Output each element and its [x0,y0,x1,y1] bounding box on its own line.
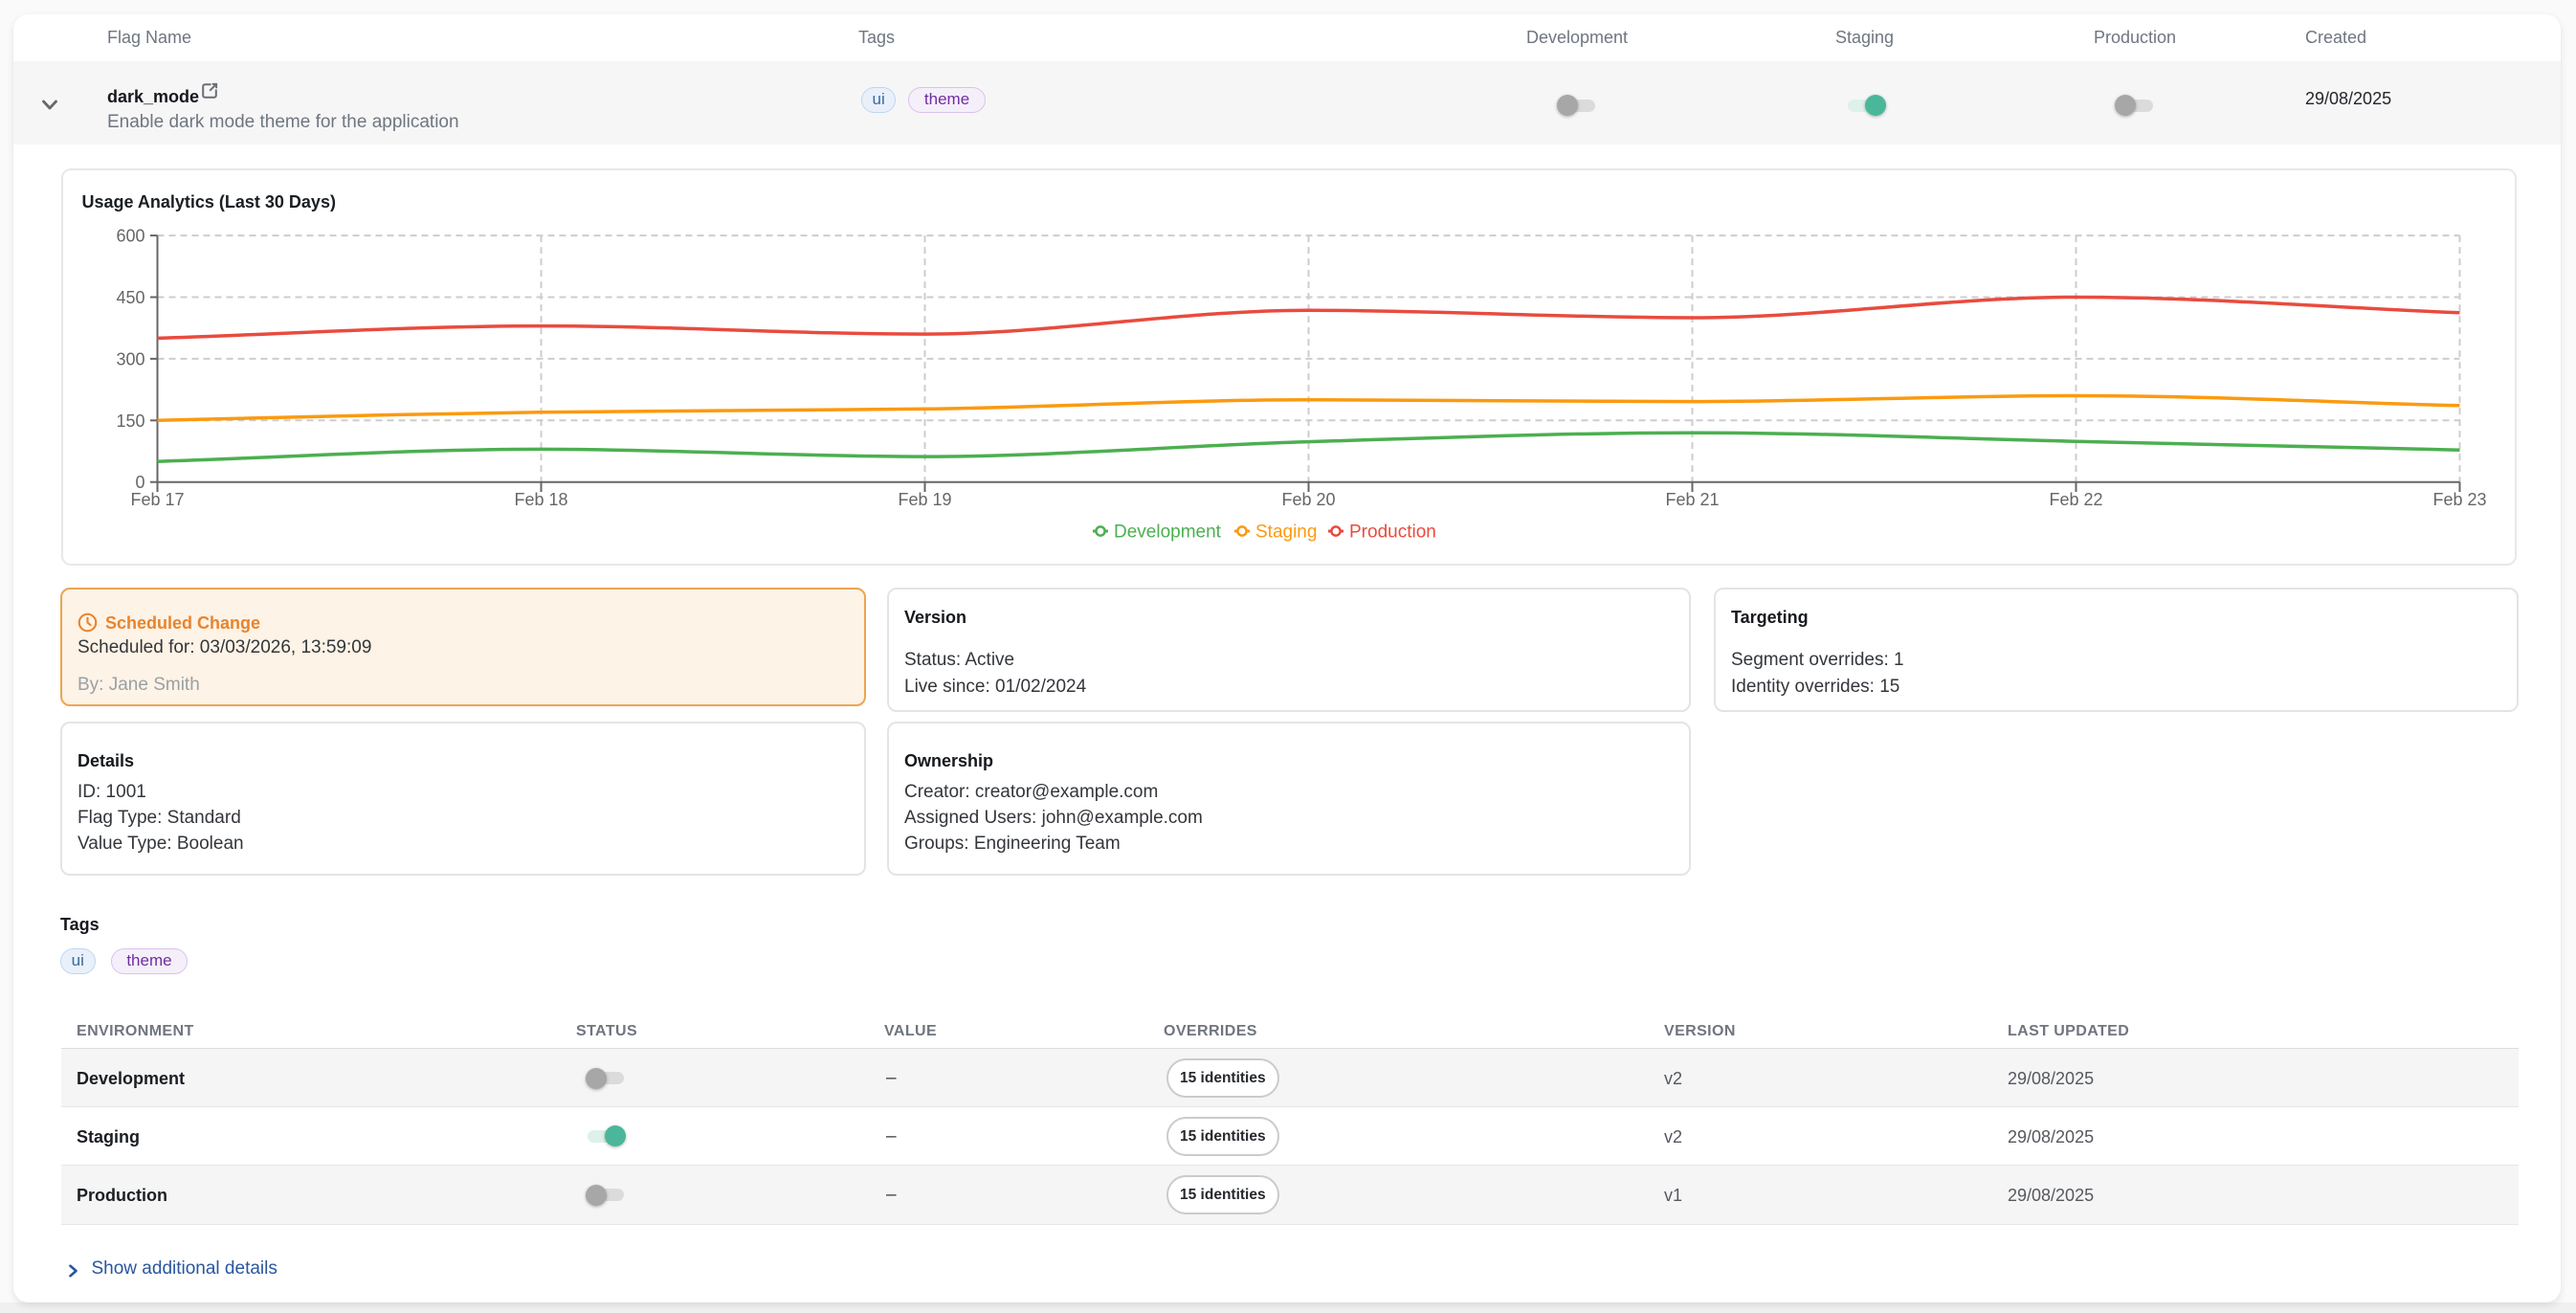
svg-text:300: 300 [116,349,144,368]
svg-text:450: 450 [116,288,144,307]
svg-text:Feb 19: Feb 19 [898,490,951,509]
svg-text:Production: Production [1349,523,1436,543]
svg-text:600: 600 [116,227,144,246]
svg-text:Feb 23: Feb 23 [2432,490,2486,509]
svg-text:Feb 22: Feb 22 [2049,490,2102,509]
svg-text:Feb 18: Feb 18 [514,490,567,509]
svg-text:Staging: Staging [1255,523,1317,543]
svg-text:150: 150 [116,412,144,431]
svg-text:Feb 21: Feb 21 [1665,490,1719,509]
svg-text:Feb 17: Feb 17 [130,490,184,509]
svg-text:Development: Development [1114,523,1222,543]
svg-text:Feb 20: Feb 20 [1281,490,1335,509]
